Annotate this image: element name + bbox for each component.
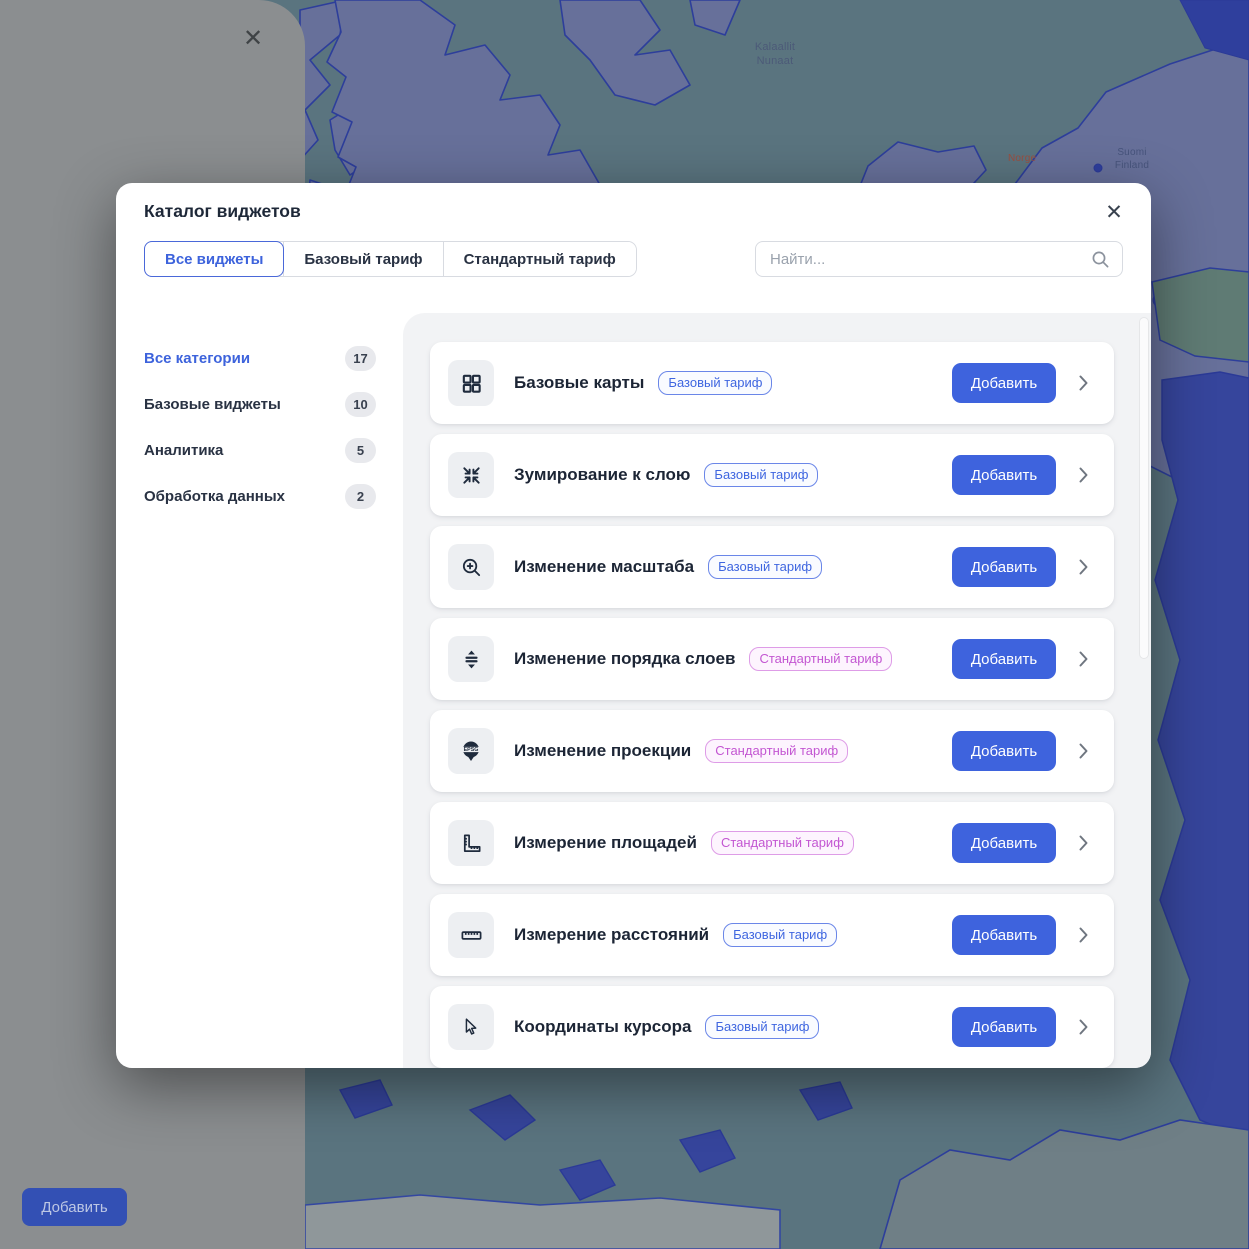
add-widget-button[interactable]: Добавить <box>952 639 1056 679</box>
map-label: Norge <box>1008 152 1036 165</box>
widget-name: Зумирование к слою <box>514 465 690 485</box>
chevron-right-icon[interactable] <box>1079 559 1088 575</box>
chevron-right-icon[interactable] <box>1079 467 1088 483</box>
tariff-badge: Базовый тариф <box>658 371 772 395</box>
epsg-projection-icon: EPSG <box>448 728 494 774</box>
zoom-to-layer-icon <box>448 452 494 498</box>
widget-row: Координаты курсора Базовый тариф Добавить <box>430 986 1114 1068</box>
chevron-right-icon[interactable] <box>1079 651 1088 667</box>
tariff-badge: Стандартный тариф <box>749 647 892 671</box>
widget-name: Базовые карты <box>514 373 644 393</box>
category-count-badge: 17 <box>345 346 376 371</box>
widget-list: Базовые картыБазовый тарифДобавитьЗумиро… <box>430 342 1114 1068</box>
chevron-right-icon[interactable] <box>1079 1019 1088 1035</box>
search-box <box>755 241 1123 277</box>
close-icon[interactable]: ✕ <box>1097 195 1131 229</box>
category-label: Аналитика <box>144 442 223 459</box>
category-label: Базовые виджеты <box>144 396 281 413</box>
tab-0[interactable]: Все виджеты <box>144 241 284 277</box>
tab-bar: Все виджетыБазовый тарифСтандартный тари… <box>144 241 637 277</box>
panel-add-button[interactable]: Добавить <box>22 1188 127 1226</box>
zoom-in-icon <box>448 544 494 590</box>
category-item-2[interactable]: Аналитика 5 <box>144 427 376 473</box>
area-measure-icon <box>448 820 494 866</box>
chevron-right-icon[interactable] <box>1079 927 1088 943</box>
tariff-badge: Базовый тариф <box>708 555 822 579</box>
widget-row: EPSG Изменение проекции Стандартный тариф Д… <box>430 710 1114 792</box>
tariff-badge: Стандартный тариф <box>705 739 848 763</box>
tab-2[interactable]: Стандартный тариф <box>443 242 636 276</box>
widget-row: Зумирование к слою Базовый тариф Добавить <box>430 434 1114 516</box>
add-widget-button[interactable]: Добавить <box>952 455 1056 495</box>
chevron-right-icon[interactable] <box>1079 375 1088 391</box>
category-item-1[interactable]: Базовые виджеты 10 <box>144 381 376 427</box>
svg-text:EPSG: EPSG <box>464 747 479 753</box>
widget-name: Изменение проекции <box>514 741 691 761</box>
widget-name: Изменение масштаба <box>514 557 694 577</box>
widget-name: Изменение порядка слоев <box>514 649 735 669</box>
category-label: Обработка данных <box>144 488 285 505</box>
chevron-right-icon[interactable] <box>1079 743 1088 759</box>
cursor-icon <box>448 1004 494 1050</box>
tab-1[interactable]: Базовый тариф <box>283 242 442 276</box>
tariff-badge: Базовый тариф <box>723 923 837 947</box>
widget-name: Измерение расстояний <box>514 925 709 945</box>
add-widget-button[interactable]: Добавить <box>952 547 1056 587</box>
widget-row: Измерение площадей Стандартный тариф Добав… <box>430 802 1114 884</box>
scrollbar[interactable] <box>1140 318 1148 658</box>
tariff-badge: Базовый тариф <box>705 1015 819 1039</box>
add-widget-button[interactable]: Добавить <box>952 915 1056 955</box>
ruler-icon <box>448 912 494 958</box>
grid-icon <box>448 360 494 406</box>
add-widget-button[interactable]: Добавить <box>952 1007 1056 1047</box>
widget-name: Измерение площадей <box>514 833 697 853</box>
category-count-badge: 10 <box>345 392 376 417</box>
chevron-right-icon[interactable] <box>1079 835 1088 851</box>
reorder-layers-icon <box>448 636 494 682</box>
category-item-0[interactable]: Все категории 17 <box>144 335 376 381</box>
widget-name: Координаты курсора <box>514 1017 691 1037</box>
tariff-badge: Базовый тариф <box>704 463 818 487</box>
widget-catalog-modal: Каталог виджетов ✕ Все виджетыБазовый та… <box>116 183 1151 1068</box>
category-count-badge: 2 <box>345 484 376 509</box>
category-count-badge: 5 <box>345 438 376 463</box>
widget-row: Базовые карты Базовый тариф Добавить <box>430 342 1114 424</box>
map-label: Suomi Finland <box>1100 146 1164 172</box>
widget-row: Изменение масштаба Базовый тариф Добавить <box>430 526 1114 608</box>
search-icon <box>1091 250 1110 269</box>
add-widget-button[interactable]: Добавить <box>952 363 1056 403</box>
add-widget-button[interactable]: Добавить <box>952 823 1056 863</box>
widget-row: Изменение порядка слоев Стандартный тариф… <box>430 618 1114 700</box>
category-list: Все категории 17 Базовые виджеты 10 Аналитик… <box>144 335 376 519</box>
category-item-3[interactable]: Обработка данных 2 <box>144 473 376 519</box>
add-widget-button[interactable]: Добавить <box>952 731 1056 771</box>
category-label: Все категории <box>144 350 250 367</box>
map-label: Kalaallit Nunaat <box>733 40 817 69</box>
panel-close-icon[interactable]: ✕ <box>236 22 270 56</box>
page-title: Каталог виджетов <box>144 201 301 222</box>
tariff-badge: Стандартный тариф <box>711 831 854 855</box>
widget-row: Измерение расстояний Базовый тариф Добавит… <box>430 894 1114 976</box>
search-input[interactable] <box>768 250 1083 269</box>
